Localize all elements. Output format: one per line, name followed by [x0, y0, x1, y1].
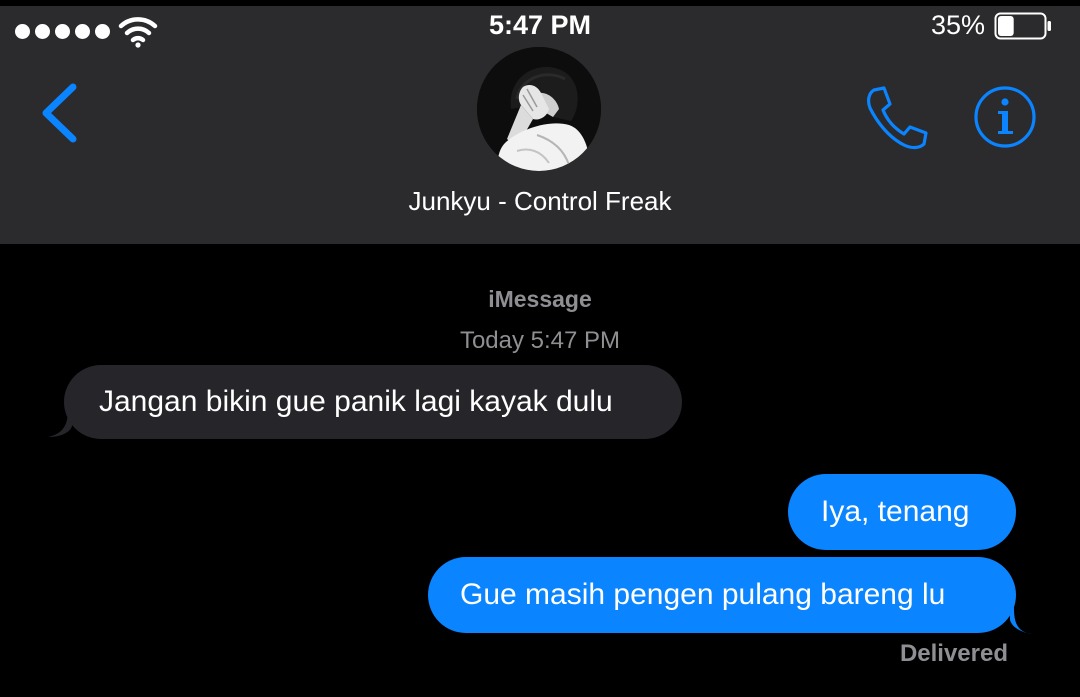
message-bubble-incoming[interactable]: Jangan bikin gue panik lagi kayak dulu [64, 365, 682, 439]
top-edge [0, 0, 1080, 6]
delivery-status: Delivered [899, 640, 1008, 667]
back-button[interactable] [30, 78, 90, 148]
message-bubble-outgoing[interactable]: Iya, tenang [788, 474, 1016, 550]
info-icon [974, 86, 1036, 148]
wifi-icon [118, 17, 158, 48]
conversation-header: 5:47 PM 35% Junkyu - Control Freak [0, 0, 1080, 244]
avatar-photo [477, 47, 601, 171]
contact-avatar[interactable] [477, 47, 601, 171]
message-timestamp: Today 5:47 PM [459, 327, 621, 354]
call-button[interactable] [860, 82, 934, 152]
contact-name[interactable]: Junkyu - Control Freak [340, 186, 740, 217]
status-time: 5:47 PM [488, 10, 592, 40]
service-label: iMessage [488, 286, 592, 312]
battery-percent: 35% [930, 10, 985, 40]
messages-screen: 5:47 PM 35% Junkyu - Control Freak iMess… [0, 0, 1080, 697]
info-button[interactable] [970, 84, 1040, 150]
phone-icon [867, 86, 928, 150]
chevron-left-icon [42, 83, 77, 143]
battery-icon [994, 12, 1051, 40]
signal-dots-icon [15, 24, 110, 39]
message-bubble-outgoing[interactable]: Gue masih pengen pulang bareng lu [428, 557, 1016, 633]
